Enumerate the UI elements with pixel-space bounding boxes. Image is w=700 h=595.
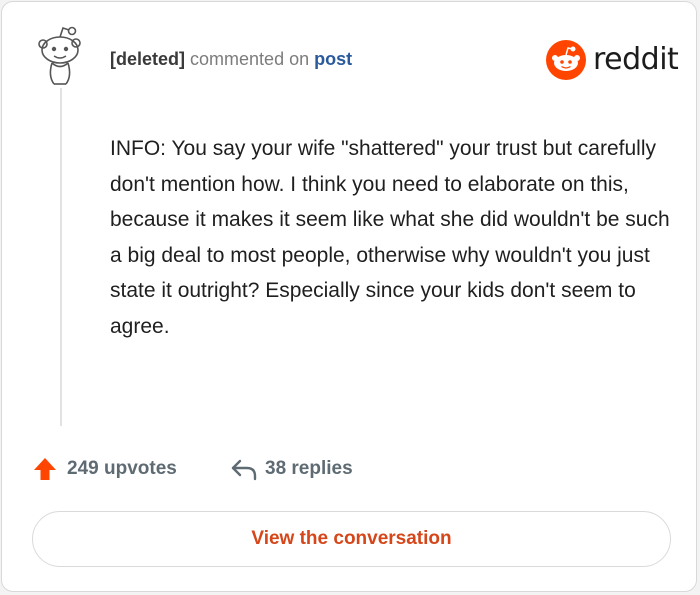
reddit-alien-icon [546,40,586,80]
comment-author[interactable]: [deleted] [110,49,185,69]
reply-arrow-icon[interactable] [230,456,258,487]
post-link[interactable]: post [314,49,352,69]
comment-body: INFO: You say your wife "shattered" your… [110,137,670,338]
reply-count[interactable]: 38 replies [265,458,353,480]
view-conversation-button[interactable]: View the conversation [32,511,671,567]
header-action-text: commented on [190,49,310,69]
upvote-arrow-icon[interactable] [32,456,58,487]
upvote-count[interactable]: 249 upvotes [67,458,177,480]
snoo-outline-icon [32,26,86,86]
thread-line [60,88,62,426]
reddit-wordmark: reddit [593,42,679,77]
embedded-comment-card: [deleted] commented on post reddit INFO:… [1,1,697,592]
comment-header: [deleted] commented on post [110,49,352,70]
